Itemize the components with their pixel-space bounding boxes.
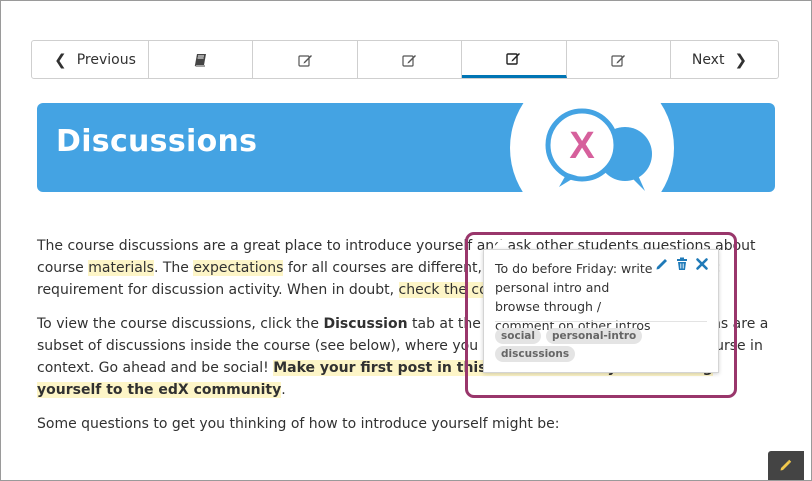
highlight[interactable]: expectations <box>193 260 284 276</box>
tag[interactable]: social <box>495 328 541 344</box>
edit-icon <box>402 53 417 67</box>
page-title: Discussions <box>56 124 258 159</box>
next-button[interactable]: Next ❯ <box>671 41 778 78</box>
edit-icon <box>506 51 521 65</box>
unit-tab-4-active[interactable] <box>462 41 567 78</box>
unit-tab-1[interactable] <box>149 41 254 78</box>
unit-tab-5[interactable] <box>567 41 671 78</box>
close-icon[interactable] <box>694 256 710 272</box>
unit-tab-2[interactable] <box>253 41 358 78</box>
annotation-viewer: To do before Friday: write personal intr… <box>483 249 719 373</box>
tag[interactable]: discussions <box>495 346 576 362</box>
unit-tab-3[interactable] <box>358 41 463 78</box>
app-window: ❮ Previous Next ❯ Discussions X The cour… <box>0 0 812 481</box>
previous-button[interactable]: ❮ Previous <box>32 41 149 78</box>
next-label: Next <box>691 51 725 68</box>
trash-icon[interactable] <box>674 256 690 272</box>
edit-icon <box>297 53 313 67</box>
annotation-actions <box>654 256 710 272</box>
section-banner: Discussions X <box>37 103 775 192</box>
annotation-pointer <box>492 239 510 249</box>
annotate-button[interactable] <box>768 451 804 480</box>
sequence-nav: ❮ Previous Next ❯ <box>31 40 779 79</box>
discussion-tab-ref: Discussion <box>323 316 408 332</box>
highlight[interactable]: materials <box>88 260 154 276</box>
chevron-left-icon: ❮ <box>54 50 67 69</box>
edit-icon <box>611 53 626 67</box>
pencil-icon <box>779 457 793 476</box>
paragraph-3: Some questions to get you thinking of ho… <box>37 416 560 432</box>
book-icon <box>194 53 208 67</box>
divider <box>495 321 707 322</box>
pencil-icon[interactable] <box>654 256 670 272</box>
discussion-logo: X <box>507 103 707 192</box>
chevron-right-icon: ❯ <box>734 50 748 69</box>
logo-letter: X <box>569 125 595 167</box>
tag[interactable]: personal-intro <box>545 328 643 344</box>
annotation-text: To do before Friday: write personal intr… <box>495 261 653 333</box>
annotation-tags: social personal-intro discussions <box>495 328 685 362</box>
previous-label: Previous <box>76 51 136 68</box>
